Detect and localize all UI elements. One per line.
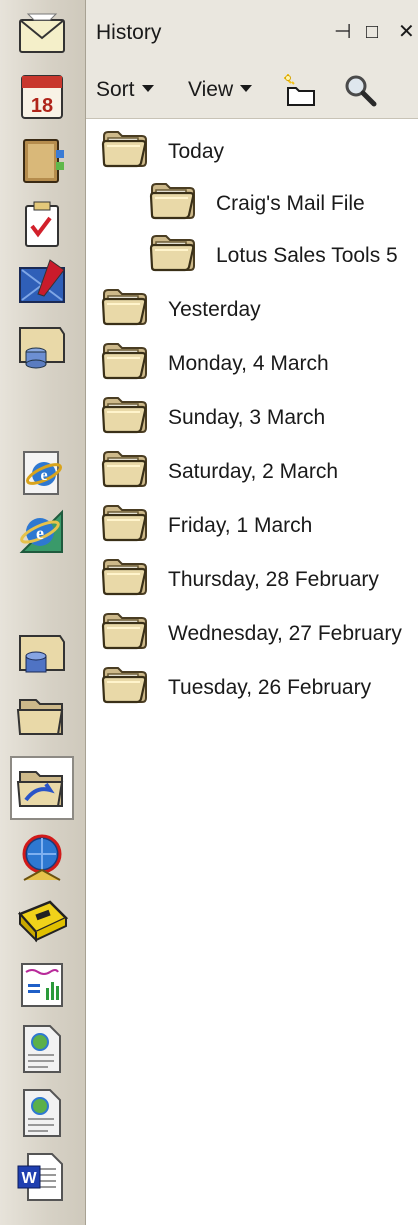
panel-title: History	[96, 21, 162, 44]
bookmark-bar: 18 e e W	[0, 0, 86, 1225]
view-menu-button[interactable]: View	[188, 78, 253, 102]
svg-text:e: e	[36, 523, 44, 543]
todo-icon[interactable]	[14, 196, 70, 252]
word-document-icon[interactable]: W	[14, 1148, 70, 1204]
tree-item-label: Monday, 4 March	[168, 352, 329, 375]
sort-label: Sort	[96, 78, 135, 101]
search-icon[interactable]	[342, 72, 380, 115]
database-bookmark-icon[interactable]	[14, 626, 70, 682]
address-book-icon[interactable]	[14, 132, 70, 188]
toolbox-icon[interactable]	[14, 892, 70, 948]
svg-text:W: W	[21, 1170, 37, 1187]
view-label: View	[188, 78, 234, 101]
databases-icon[interactable]	[14, 318, 70, 374]
tree-item-label: Tuesday, 26 February	[168, 676, 372, 699]
close-icon[interactable]: ✕	[398, 22, 415, 42]
internet-explorer-alt-icon[interactable]: e	[14, 504, 70, 560]
web-globe-icon[interactable]	[14, 830, 70, 886]
web-page-alt-icon[interactable]	[14, 1084, 70, 1140]
history-icon[interactable]	[10, 756, 74, 820]
web-page-icon[interactable]	[14, 1020, 70, 1076]
tree-item-label: Friday, 1 March	[168, 514, 313, 537]
sort-menu-button[interactable]: Sort	[96, 78, 154, 102]
replicator-icon[interactable]	[14, 254, 70, 310]
maximize-icon[interactable]: □	[366, 22, 378, 42]
tree-item-label: Yesterday	[168, 298, 261, 321]
tree-item-label: Wednesday, 27 February	[168, 622, 402, 645]
new-folder-icon[interactable]	[282, 72, 320, 115]
chevron-down-icon	[240, 84, 253, 92]
folder-bookmark-icon[interactable]	[14, 688, 70, 744]
tree-item-label: Today	[168, 140, 225, 163]
tree-item-label: Sunday, 3 March	[168, 406, 326, 429]
panel-titlebar: History ⊣ □ ✕	[86, 0, 418, 64]
history-panel: History ⊣ □ ✕ Sort View Today Craig's Mai…	[86, 0, 418, 1225]
tree-item-label: Thursday, 28 February	[168, 568, 379, 591]
pin-icon[interactable]: ⊣	[334, 22, 351, 42]
mail-icon[interactable]	[14, 6, 70, 62]
svg-text:e: e	[40, 467, 47, 484]
internet-explorer-icon[interactable]: e	[14, 444, 70, 500]
chevron-down-icon	[141, 84, 154, 92]
panel-toolbar: Sort View	[86, 64, 418, 119]
tree-item-label: Saturday, 2 March	[168, 460, 339, 483]
svg-text:18: 18	[31, 95, 53, 117]
tree-item-label: Lotus Sales Tools 5	[216, 244, 398, 267]
calendar-icon[interactable]: 18	[14, 68, 70, 124]
tree-item-label: Craig's Mail File	[216, 192, 365, 215]
presentation-chart-icon[interactable]	[14, 956, 70, 1012]
